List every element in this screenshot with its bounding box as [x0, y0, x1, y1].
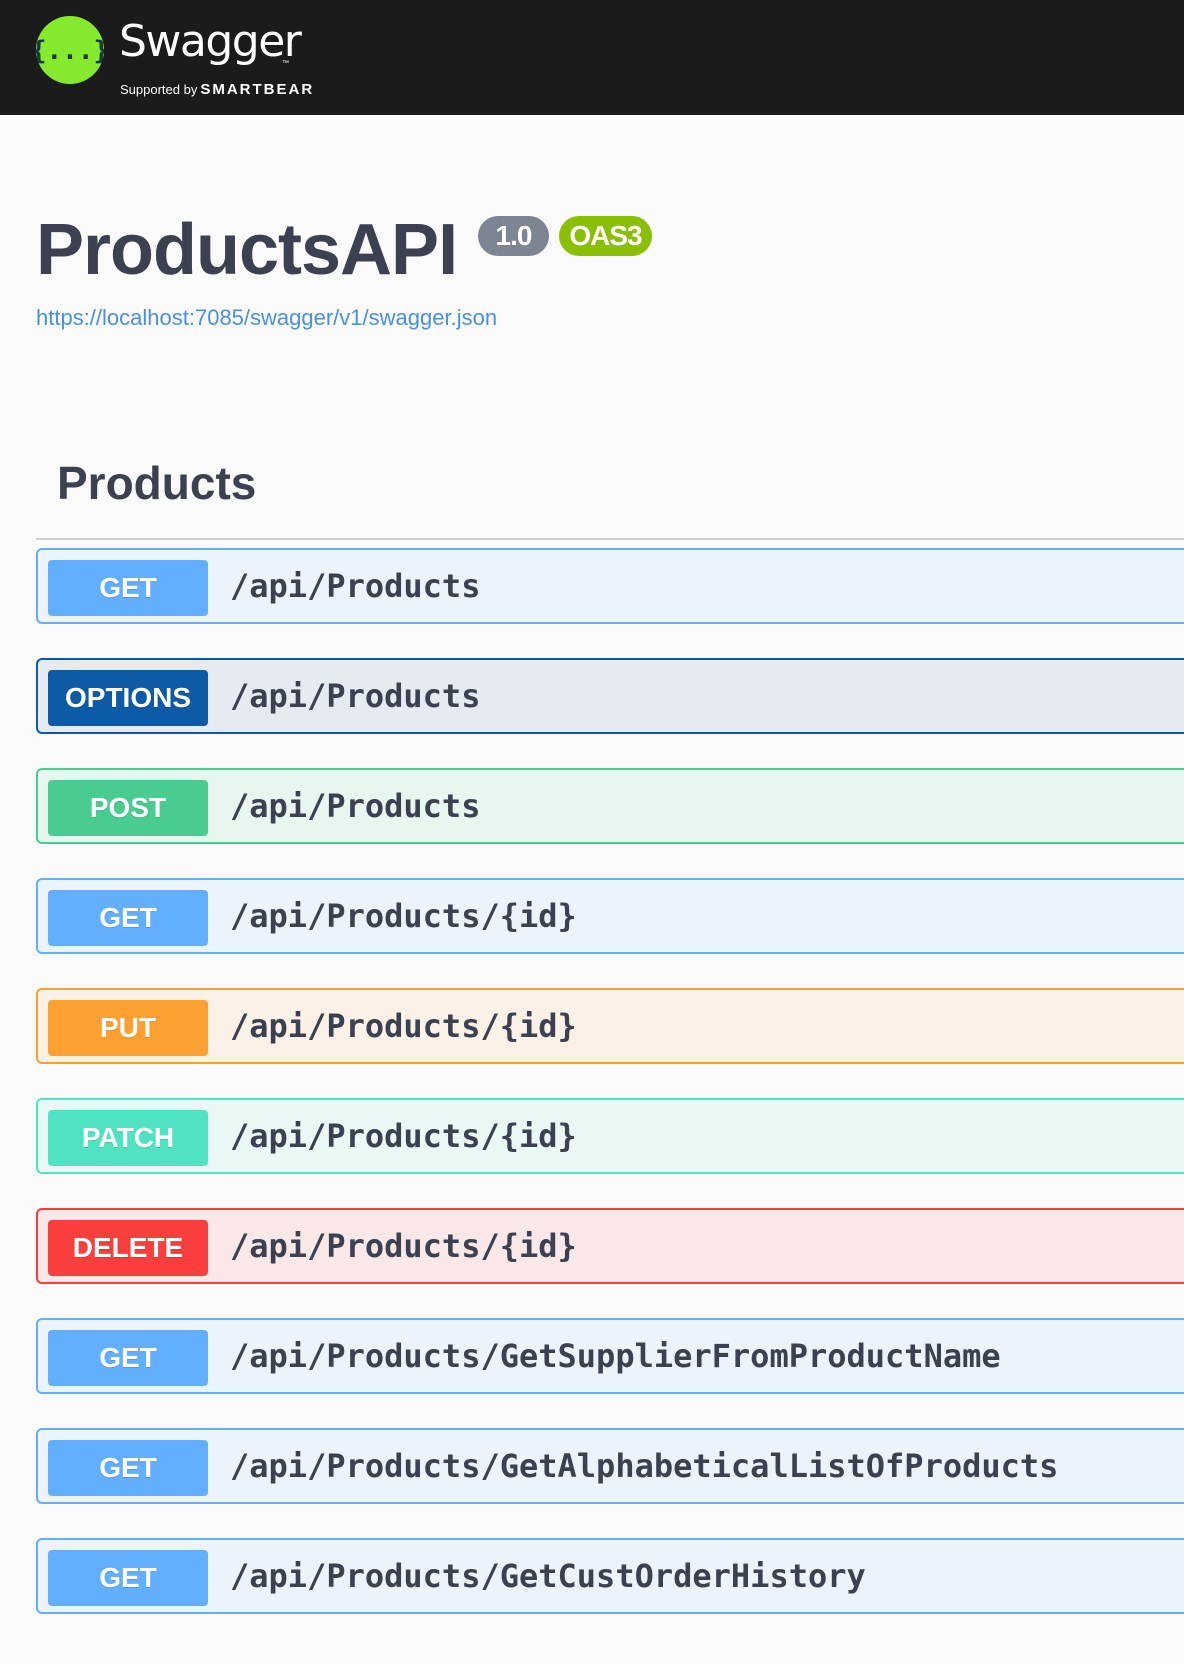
operation-options-products[interactable]: OPTIONS /api/Products [36, 658, 1184, 734]
method-badge: OPTIONS [48, 670, 208, 726]
operation-patch-product-by-id[interactable]: PATCH /api/Products/{id} [36, 1098, 1184, 1174]
operation-get-alphabetical-list[interactable]: GET /api/Products/GetAlphabeticalListOfP… [36, 1428, 1184, 1504]
swagger-wordmark: Swagger [119, 16, 302, 67]
swagger-logo-icon[interactable]: {...} [36, 16, 104, 84]
method-badge: GET [48, 890, 208, 946]
topbar: {...} Swagger ™ Supported bySMARTBEAR [0, 0, 1184, 115]
tag-section-title[interactable]: Products [57, 460, 256, 506]
supported-by-label: Supported by [120, 82, 198, 97]
api-title: ProductsAPI [36, 210, 458, 290]
operation-path: /api/Products/GetSupplierFromProductName [230, 1337, 1001, 1375]
version-badge: 1.0 [478, 216, 549, 256]
method-badge: GET [48, 560, 208, 616]
operation-path: /api/Products [230, 567, 481, 605]
oas-badge: OAS3 [559, 216, 652, 256]
operation-get-product-by-id[interactable]: GET /api/Products/{id} [36, 878, 1184, 954]
operation-path: /api/Products/GetCustOrderHistory [230, 1557, 866, 1595]
operation-delete-product-by-id[interactable]: DELETE /api/Products/{id} [36, 1208, 1184, 1284]
operation-path: /api/Products/{id} [230, 1117, 577, 1155]
operation-get-supplier-from-product-name[interactable]: GET /api/Products/GetSupplierFromProduct… [36, 1318, 1184, 1394]
method-badge: GET [48, 1330, 208, 1386]
operation-path: /api/Products [230, 787, 481, 825]
method-badge: GET [48, 1550, 208, 1606]
trademark-mark: ™ [282, 60, 289, 67]
supported-by-text: Supported by SMARTBEAR [120, 81, 314, 98]
operation-get-products[interactable]: GET /api/Products [36, 548, 1184, 624]
svg-text:{...}: {...} [36, 36, 104, 66]
method-badge: PATCH [48, 1110, 208, 1166]
section-divider [36, 538, 1184, 540]
method-badge: DELETE [48, 1220, 208, 1276]
smartbear-brand: SMARTBEAR [200, 81, 315, 98]
operation-path: /api/Products/{id} [230, 897, 577, 935]
operation-post-products[interactable]: POST /api/Products [36, 768, 1184, 844]
operation-put-product-by-id[interactable]: PUT /api/Products/{id} [36, 988, 1184, 1064]
curly-braces-icon: {...} [36, 36, 104, 66]
method-badge: GET [48, 1440, 208, 1496]
operation-path: /api/Products/{id} [230, 1227, 577, 1265]
operation-path: /api/Products [230, 677, 481, 715]
operation-get-cust-order-history[interactable]: GET /api/Products/GetCustOrderHistory [36, 1538, 1184, 1614]
method-badge: POST [48, 780, 208, 836]
spec-url-link[interactable]: https://localhost:7085/swagger/v1/swagge… [36, 305, 497, 331]
method-badge: PUT [48, 1000, 208, 1056]
operation-path: /api/Products/{id} [230, 1007, 577, 1045]
operation-path: /api/Products/GetAlphabeticalListOfProdu… [230, 1447, 1059, 1485]
